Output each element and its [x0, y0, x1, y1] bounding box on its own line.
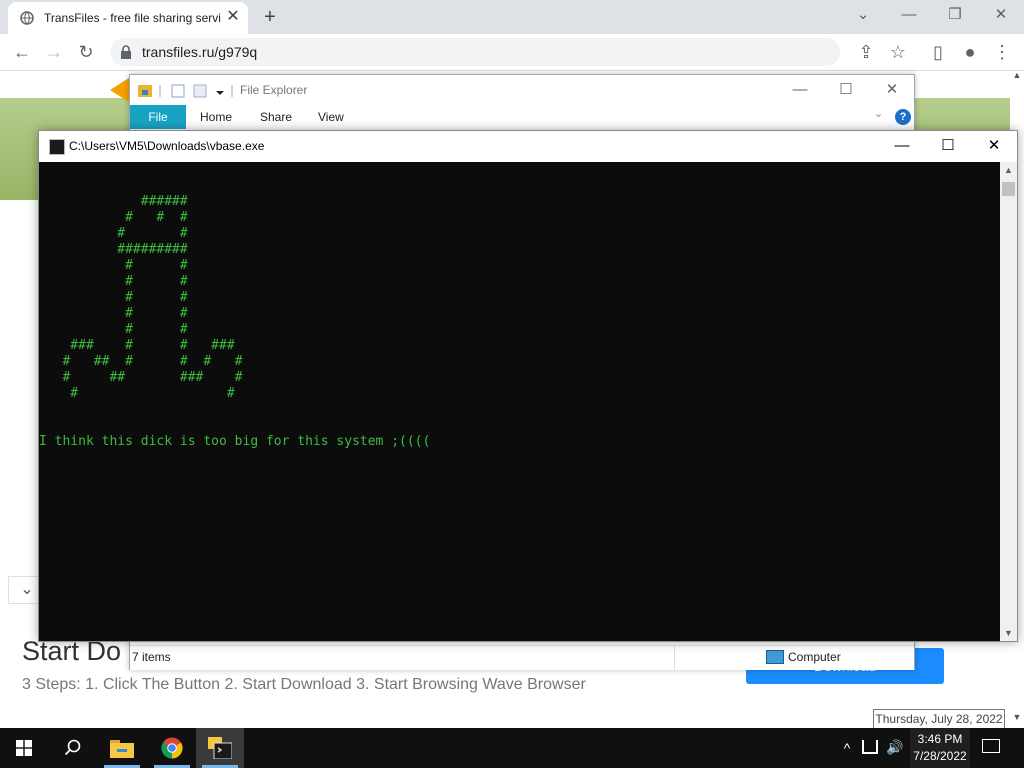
- address-bar[interactable]: transfiles.ru/g979q: [110, 38, 840, 66]
- new-tab-button[interactable]: +: [258, 6, 282, 30]
- restore-button[interactable]: ❐: [940, 4, 970, 26]
- clock-date: 7/28/2022: [913, 749, 967, 763]
- date-tooltip: Thursday, July 28, 2022: [873, 709, 1005, 729]
- folder-icon: [110, 740, 134, 758]
- tab-strip: TransFiles - free file sharing servi ✕ +…: [0, 0, 1024, 34]
- taskbar: ^ 🔊 3:46 PM 7/28/2022: [0, 728, 1024, 768]
- side-panel-icon[interactable]: ▯: [926, 40, 950, 64]
- console-app-icon: [208, 737, 232, 759]
- share-icon[interactable]: ⇪: [854, 40, 878, 64]
- new-folder-icon: [193, 84, 207, 98]
- computer-label: Computer: [788, 650, 841, 664]
- status-divider: [674, 646, 675, 670]
- console-maximize-button[interactable]: ☐: [925, 135, 971, 157]
- computer-icon: [766, 650, 784, 664]
- start-button[interactable]: [0, 728, 48, 768]
- forward-button[interactable]: →: [42, 40, 66, 64]
- taskbar-clock[interactable]: 3:46 PM 7/28/2022: [910, 728, 970, 768]
- browser-toolbar: ← → ↻ transfiles.ru/g979q ⇪ ☆ ▯ ● ⋮: [0, 34, 1024, 71]
- quick-access-toolbar: [138, 84, 233, 98]
- console-output[interactable]: ###### # # # # # ######### # # # # # # #…: [39, 162, 1000, 641]
- profile-avatar[interactable]: ●: [958, 40, 982, 64]
- console-minimize-button[interactable]: —: [879, 135, 925, 157]
- scroll-down-icon[interactable]: ▼: [1000, 625, 1017, 641]
- page-scroll-down-icon[interactable]: ▼: [1010, 712, 1024, 726]
- browser-tab[interactable]: TransFiles - free file sharing servi ✕: [8, 2, 248, 34]
- ribbon-expand-icon[interactable]: ⌄: [874, 107, 883, 120]
- explorer-minimize-button[interactable]: —: [780, 79, 820, 101]
- taskbar-chrome[interactable]: [148, 728, 196, 768]
- tab-search-icon[interactable]: ⌄: [848, 4, 878, 26]
- lock-icon: [121, 45, 131, 59]
- back-button[interactable]: ←: [10, 40, 34, 64]
- taskbar-file-explorer[interactable]: [98, 728, 146, 768]
- steps-text: 3 Steps: 1. Click The Button 2. Start Do…: [22, 676, 586, 693]
- bookmark-star-icon[interactable]: ☆: [886, 40, 910, 64]
- taskbar-console[interactable]: [196, 728, 244, 768]
- tab-share[interactable]: Share: [260, 105, 292, 129]
- close-button[interactable]: ✕: [986, 4, 1016, 26]
- reload-button[interactable]: ↻: [74, 40, 98, 64]
- tab-view[interactable]: View: [318, 105, 344, 129]
- explorer-title: File Explorer: [240, 83, 308, 97]
- console-title: C:\Users\VM5\Downloads\vbase.exe: [69, 139, 265, 153]
- notification-icon[interactable]: [982, 739, 1000, 753]
- url-text: transfiles.ru/g979q: [142, 44, 258, 60]
- scroll-up-icon[interactable]: ▲: [1000, 162, 1017, 178]
- globe-icon: [20, 11, 34, 25]
- tab-close-icon[interactable]: ✕: [224, 8, 242, 26]
- help-icon[interactable]: ?: [895, 109, 911, 125]
- search-icon: [64, 739, 81, 756]
- volume-icon[interactable]: 🔊: [886, 739, 903, 756]
- tab-file[interactable]: File: [130, 105, 186, 129]
- console-close-button[interactable]: ✕: [971, 135, 1017, 157]
- network-icon[interactable]: [862, 740, 878, 754]
- explorer-close-button[interactable]: ✕: [872, 79, 912, 101]
- ascii-art: ###### # # # # # ######### # # # # # # #…: [62, 194, 243, 401]
- page-scroll-up-icon[interactable]: ▲: [1010, 70, 1024, 84]
- tray-expand-icon[interactable]: ^: [838, 728, 856, 768]
- console-window: C:\Users\VM5\Downloads\vbase.exe — ☐ ✕ #…: [38, 130, 1018, 642]
- explorer-status-bar: 7 items Computer: [130, 645, 914, 670]
- menu-icon[interactable]: ⋮: [990, 40, 1014, 64]
- scroll-thumb[interactable]: [1002, 182, 1015, 196]
- minimize-button[interactable]: —: [894, 4, 924, 26]
- explorer-maximize-button[interactable]: ☐: [826, 79, 866, 101]
- console-scrollbar[interactable]: ▲ ▼: [1000, 162, 1017, 641]
- item-count: 7 items: [132, 650, 171, 664]
- ribbon: [130, 105, 914, 129]
- properties-icon: [171, 84, 185, 98]
- console-title-bar[interactable]: C:\Users\VM5\Downloads\vbase.exe — ☐ ✕: [39, 131, 1017, 161]
- search-button[interactable]: [48, 728, 96, 768]
- console-app-icon: [49, 139, 65, 155]
- console-message: I think this dick is too big for this sy…: [39, 434, 431, 449]
- clock-time: 3:46 PM: [917, 732, 963, 746]
- windows-logo-icon: [16, 740, 32, 756]
- tab-home[interactable]: Home: [200, 105, 232, 129]
- chrome-icon: [161, 737, 183, 759]
- tab-title: TransFiles - free file sharing servi: [44, 11, 221, 25]
